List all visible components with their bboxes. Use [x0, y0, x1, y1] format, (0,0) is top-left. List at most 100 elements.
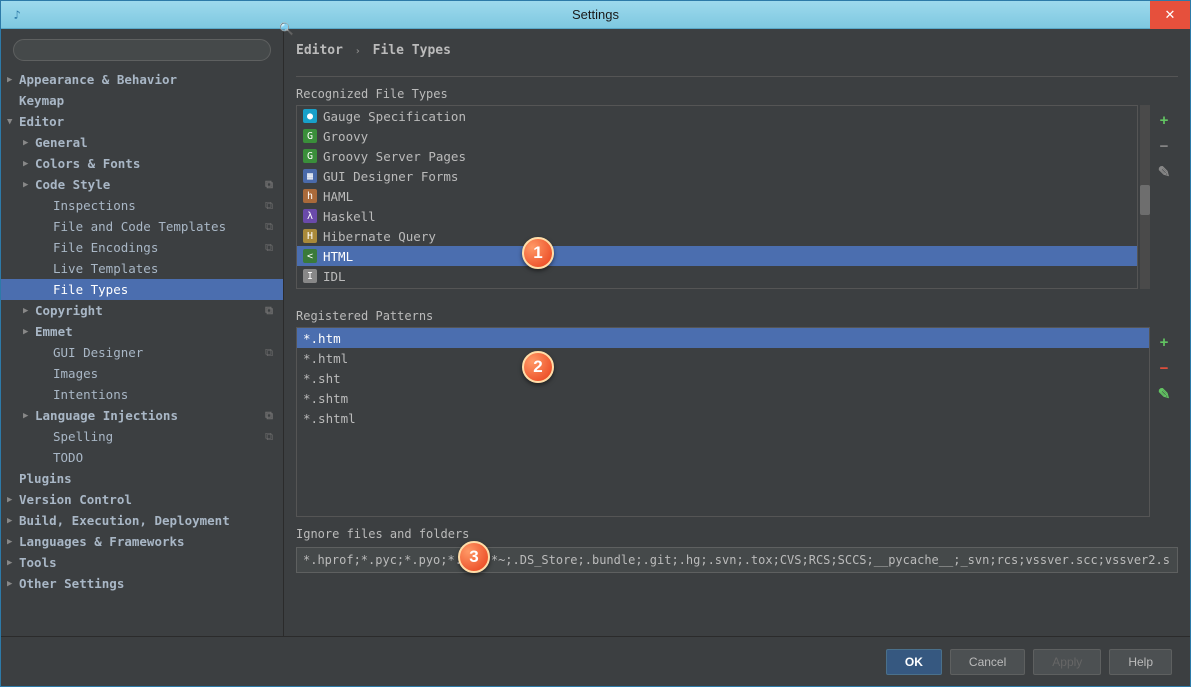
remove-filetype-button[interactable]: −: [1155, 137, 1173, 155]
profile-icon: ⧉: [265, 178, 273, 192]
tree-item[interactable]: File Encodings⧉: [1, 237, 283, 258]
filetypes-label: Recognized File Types: [296, 81, 1178, 105]
tree-item[interactable]: Live Templates: [1, 258, 283, 279]
tree-arrow-icon: ▶: [7, 579, 12, 589]
profile-icon: ⧉: [265, 430, 273, 444]
filetype-label: Groovy Server Pages: [323, 149, 466, 164]
tree-arrow-icon: ▶: [23, 411, 28, 421]
edit-filetype-button[interactable]: ✎: [1155, 163, 1173, 181]
tree-arrow-icon: ▶: [23, 180, 28, 190]
scrollbar-thumb[interactable]: [1140, 185, 1150, 215]
pattern-row[interactable]: *.htm: [297, 328, 1149, 348]
tree-item-label: File and Code Templates: [53, 219, 226, 234]
patterns-label: Registered Patterns: [296, 303, 1178, 327]
pattern-row[interactable]: *.html: [297, 348, 1149, 368]
tree-item[interactable]: ▶ Version Control: [1, 489, 283, 510]
profile-icon: ⧉: [265, 304, 273, 318]
ok-button[interactable]: OK: [886, 649, 942, 675]
tree-item-label: Tools: [19, 555, 57, 570]
ignore-label: Ignore files and folders: [296, 527, 469, 541]
patterns-list[interactable]: *.htm *.html *.sht *.shtm *.shtml: [296, 327, 1150, 517]
edit-pattern-button[interactable]: ✎: [1155, 385, 1173, 403]
tree-arrow-icon: ▶: [7, 558, 12, 568]
tree-item-label: TODO: [53, 450, 83, 465]
filetype-icon: h: [303, 189, 317, 203]
settings-tree[interactable]: ▶Appearance & BehaviorKeymap▼Editor▶Gene…: [1, 69, 283, 636]
filetype-row[interactable]: λHaskell: [297, 206, 1137, 226]
tree-item[interactable]: ▶ Tools: [1, 552, 283, 573]
filetype-label: GUI Designer Forms: [323, 169, 458, 184]
filetype-row[interactable]: ●Gauge Specification: [297, 106, 1137, 126]
tree-item[interactable]: ▶General: [1, 132, 283, 153]
pattern-label: *.shtm: [303, 391, 348, 406]
filetypes-scrollbar[interactable]: [1140, 105, 1150, 289]
titlebar: ♪ Settings ✕: [1, 1, 1190, 29]
tree-arrow-icon: ▼: [7, 117, 12, 127]
tree-item-label: General: [35, 135, 88, 150]
tree-item-label: Version Control: [19, 492, 132, 507]
close-button[interactable]: ✕: [1150, 1, 1190, 29]
tree-item-label: Code Style: [35, 177, 110, 192]
tree-item[interactable]: Inspections ⧉: [1, 195, 283, 216]
tree-item-label: Colors & Fonts: [35, 156, 140, 171]
filetype-row[interactable]: GGroovy Server Pages: [297, 146, 1137, 166]
filetype-row[interactable]: HHibernate Query: [297, 226, 1137, 246]
tree-item[interactable]: ▶Build, Execution, Deployment: [1, 510, 283, 531]
pattern-row[interactable]: *.shtm: [297, 388, 1149, 408]
breadcrumb-current: File Types: [373, 43, 451, 58]
filetype-row[interactable]: hHAML: [297, 186, 1137, 206]
tree-item-label: Live Templates: [53, 261, 158, 276]
settings-sidebar: 🔍 ▶Appearance & BehaviorKeymap▼Editor▶Ge…: [1, 29, 284, 636]
tree-arrow-icon: ▶: [7, 495, 12, 505]
add-pattern-button[interactable]: +: [1155, 333, 1173, 351]
filetype-icon: ▦: [303, 169, 317, 183]
search-icon: 🔍: [279, 29, 294, 36]
pattern-label: *.html: [303, 351, 348, 366]
pattern-row[interactable]: *.shtml: [297, 408, 1149, 428]
tree-item[interactable]: GUI Designer ⧉: [1, 342, 283, 363]
tree-item[interactable]: ▶Emmet: [1, 321, 283, 342]
filetype-row[interactable]: IIDL: [297, 266, 1137, 286]
apply-button[interactable]: Apply: [1033, 649, 1101, 675]
remove-pattern-button[interactable]: −: [1155, 359, 1173, 377]
tree-item[interactable]: ▶Appearance & Behavior: [1, 69, 283, 90]
tree-item[interactable]: Intentions: [1, 384, 283, 405]
pattern-row[interactable]: *.sht: [297, 368, 1149, 388]
search-input[interactable]: [13, 39, 271, 61]
tree-item[interactable]: ▶Other Settings: [1, 573, 283, 594]
tree-item[interactable]: TODO: [1, 447, 283, 468]
tree-item[interactable]: File and Code Templates⧉: [1, 216, 283, 237]
tree-item-label: Inspections: [53, 198, 136, 213]
add-filetype-button[interactable]: +: [1155, 111, 1173, 129]
filetypes-list[interactable]: ●Gauge SpecificationGGroovyGGroovy Serve…: [296, 105, 1138, 289]
tree-item[interactable]: ▶Language Injections⧉: [1, 405, 283, 426]
callout-1: 1: [522, 237, 554, 269]
tree-arrow-icon: ▶: [23, 327, 28, 337]
callout-3: 3: [458, 541, 490, 573]
profile-icon: ⧉: [265, 346, 273, 360]
filetype-row[interactable]: GGroovy: [297, 126, 1137, 146]
tree-arrow-icon: ▶: [23, 159, 28, 169]
tree-item[interactable]: ▶ Code Style ⧉: [1, 174, 283, 195]
tree-item[interactable]: Keymap: [1, 90, 283, 111]
tree-item-label: GUI Designer: [53, 345, 143, 360]
profile-icon: ⧉: [265, 409, 273, 423]
tree-item[interactable]: ▶ Colors & Fonts: [1, 153, 283, 174]
tree-item[interactable]: ▶Copyright⧉: [1, 300, 283, 321]
tree-item[interactable]: Images: [1, 363, 283, 384]
tree-item-label: Intentions: [53, 387, 128, 402]
filetype-row[interactable]: <HTML: [297, 246, 1137, 266]
tree-item-label: Keymap: [19, 93, 64, 108]
tree-item[interactable]: Spelling ⧉: [1, 426, 283, 447]
tree-item[interactable]: ▶Languages & Frameworks: [1, 531, 283, 552]
help-button[interactable]: Help: [1109, 649, 1172, 675]
filetype-row[interactable]: ▦ GUI Designer Forms: [297, 166, 1137, 186]
tree-item[interactable]: File Types: [1, 279, 283, 300]
tree-item[interactable]: Plugins: [1, 468, 283, 489]
ignore-input[interactable]: [296, 547, 1178, 573]
tree-item[interactable]: ▼Editor: [1, 111, 283, 132]
filetype-icon: <: [303, 249, 317, 263]
tree-item-label: Spelling: [53, 429, 113, 444]
profile-icon: ⧉: [265, 199, 273, 213]
cancel-button[interactable]: Cancel: [950, 649, 1025, 675]
